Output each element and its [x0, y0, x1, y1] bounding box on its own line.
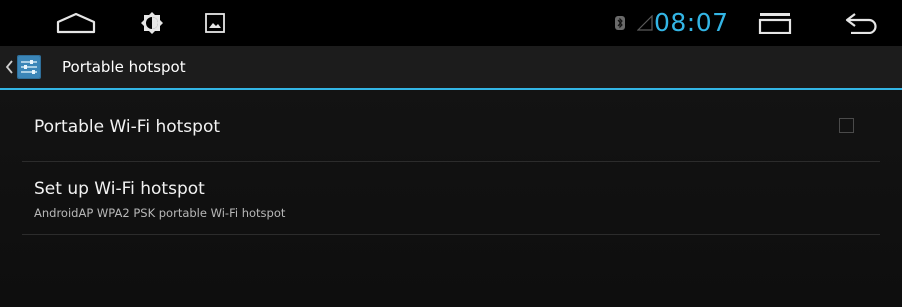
- list-item-title: Set up Wi-Fi hotspot: [34, 179, 205, 199]
- recent-apps-icon[interactable]: [752, 0, 798, 46]
- list-item-summary: AndroidAP WPA2 PSK portable Wi-Fi hotspo…: [34, 206, 286, 220]
- chevron-left-icon: [4, 59, 14, 75]
- settings-sliders-icon: [16, 54, 42, 80]
- status-bar: 08:07: [0, 0, 902, 46]
- setup-wifi-hotspot-row[interactable]: Set up Wi-Fi hotspot AndroidAP WPA2 PSK …: [22, 162, 880, 235]
- back-icon[interactable]: [836, 0, 886, 46]
- bluetooth-icon: [610, 0, 630, 46]
- portable-wifi-hotspot-row[interactable]: Portable Wi-Fi hotspot: [22, 90, 880, 162]
- page-title: Portable hotspot: [62, 58, 186, 76]
- gallery-icon[interactable]: [200, 0, 230, 46]
- list-item-title: Portable Wi-Fi hotspot: [34, 117, 221, 137]
- action-bar: Portable hotspot: [0, 46, 902, 90]
- clock: 08:07: [654, 8, 729, 37]
- hotspot-checkbox[interactable]: [839, 118, 854, 133]
- up-button[interactable]: [4, 46, 60, 88]
- brightness-icon[interactable]: [132, 0, 172, 46]
- home-icon[interactable]: [48, 0, 104, 46]
- preference-list: Portable Wi-Fi hotspot Set up Wi-Fi hots…: [0, 90, 902, 235]
- signal-icon: [634, 0, 656, 46]
- screen: 08:07 Portable hotspot Portable Wi-Fi ho…: [0, 0, 902, 307]
